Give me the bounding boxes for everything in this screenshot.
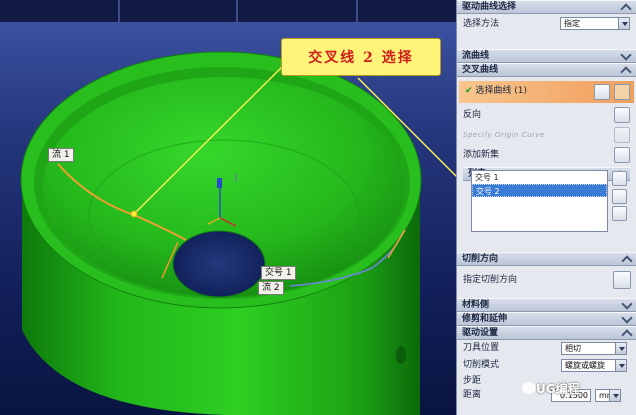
select-method-row: 选择方法 指定 [457, 14, 636, 33]
chevron-down-icon[interactable] [618, 18, 629, 29]
select-method-label: 选择方法 [463, 19, 500, 29]
section-flow-curve[interactable]: 流曲线 [457, 49, 636, 63]
reverse-direction-icon[interactable] [614, 107, 630, 123]
cut-direction-row: 指定切削方向 [457, 266, 636, 294]
cross-curve-list[interactable]: 交号 1 交号 2 [471, 170, 608, 232]
section-cross-curve[interactable]: 交叉曲线 [457, 63, 636, 78]
select-curve-label: 选择曲线 (1) [475, 86, 528, 96]
chevron-down-icon [621, 298, 633, 310]
operation-dialog-panel: 驱动曲线选择 选择方法 指定 流曲线 交叉曲线 ✔ 选择曲线 (1) 反向 Sp… [456, 0, 636, 415]
tag-flow-2: 流 2 [258, 281, 284, 295]
chevron-down-icon [621, 312, 633, 324]
cut-mode-row: 切削模式 螺旋或螺旋 [457, 357, 636, 374]
chevron-up-icon [621, 329, 633, 341]
section-material-side[interactable]: 材料侧 [457, 298, 636, 312]
section-title: 驱动设置 [462, 328, 499, 338]
center-hole [172, 230, 266, 298]
specify-direction-icon[interactable] [613, 271, 631, 289]
section-cut-direction[interactable]: 切削方向 [457, 252, 636, 267]
watermark-text: UG编程 [536, 382, 580, 396]
tool-position-row: 刀具位置 相切 [457, 340, 636, 357]
checkmark-icon: ✔ [465, 86, 473, 96]
section-drive-curve-select[interactable]: 驱动曲线选择 [457, 0, 636, 15]
list-item[interactable]: 交号 1 [472, 171, 607, 184]
distance-unit-dropdown[interactable]: mm [595, 389, 621, 402]
delete-icon[interactable] [612, 171, 627, 186]
section-title: 驱动曲线选择 [462, 2, 517, 12]
wechat-icon [522, 382, 536, 394]
add-new-set-icon[interactable] [614, 147, 630, 163]
tag-flow-1: 流 1 [48, 148, 74, 162]
section-title: 流曲线 [462, 51, 490, 61]
step-label: 步距 [463, 376, 482, 386]
select-curve-row[interactable]: ✔ 选择曲线 (1) [459, 81, 634, 103]
chevron-down-icon[interactable] [615, 360, 626, 371]
specify-origin-row: Specify Origin Curve [457, 125, 636, 145]
reverse-label: 反向 [463, 110, 482, 120]
chevron-down-icon[interactable] [609, 390, 620, 401]
tool-position-label: 刀具位置 [463, 343, 500, 353]
add-new-set-label: 添加新集 [463, 150, 500, 160]
chevron-up-icon [620, 66, 632, 78]
move-up-icon[interactable] [612, 189, 627, 204]
tool-position-value: 相切 [565, 344, 581, 353]
side-hole [396, 346, 406, 364]
reverse-row: 反向 [457, 105, 636, 125]
section-drive-settings[interactable]: 驱动设置 [457, 326, 636, 341]
select-method-value: 指定 [564, 19, 580, 28]
distance-label: 距离 [463, 390, 482, 400]
cut-mode-label: 切削模式 [463, 360, 500, 370]
section-trim-extend[interactable]: 修剪和延伸 [457, 312, 636, 326]
specify-origin-label: Specify Origin Curve [463, 131, 545, 139]
chevron-down-icon [620, 49, 632, 61]
graphics-viewport[interactable]: 交叉线 2 选择 流 1 交号 1 流 2 [0, 0, 456, 415]
tag-cross-1: 交号 1 [261, 266, 296, 280]
tool-position-dropdown[interactable]: 相切 [561, 342, 627, 355]
section-title: 切削方向 [462, 254, 499, 264]
origin-curve-icon[interactable] [614, 127, 630, 143]
section-title: 修剪和延伸 [462, 314, 508, 324]
callout-box: 交叉线 2 选择 [281, 38, 441, 76]
cut-mode-value: 螺旋或螺旋 [565, 361, 605, 370]
section-title: 交叉曲线 [462, 65, 499, 75]
move-down-icon[interactable] [612, 206, 627, 221]
add-new-set-row: 添加新集 [457, 145, 636, 165]
cut-mode-dropdown[interactable]: 螺旋或螺旋 [561, 359, 627, 372]
cut-direction-label: 指定切削方向 [463, 275, 518, 285]
chevron-up-icon [620, 3, 632, 15]
add-curve-icon[interactable] [594, 84, 610, 100]
chevron-up-icon [621, 255, 633, 267]
curve-select-icon[interactable] [614, 84, 630, 100]
section-title: 材料侧 [462, 300, 490, 310]
select-method-dropdown[interactable]: 指定 [560, 17, 630, 30]
chevron-down-icon[interactable] [615, 343, 626, 354]
list-item-selected[interactable]: 交号 2 [472, 184, 607, 197]
